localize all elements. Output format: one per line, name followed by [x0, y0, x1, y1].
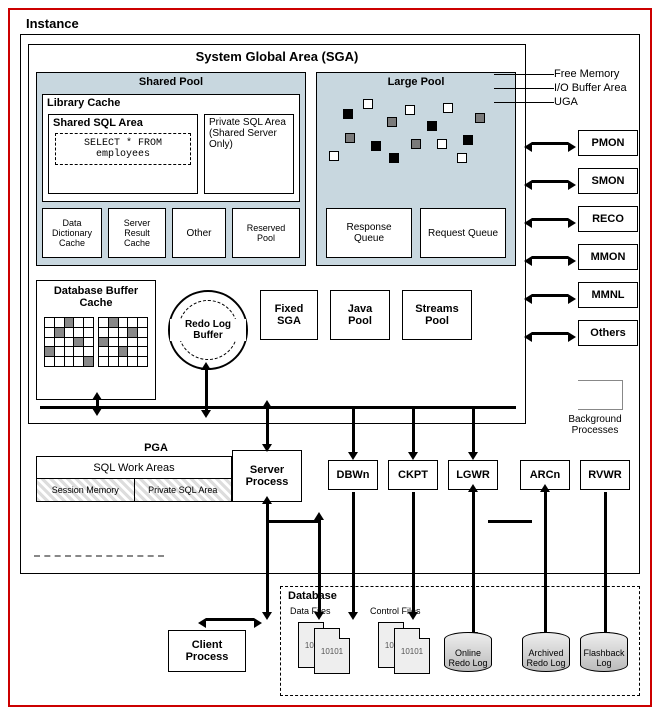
large-pool-title: Large Pool: [317, 73, 515, 91]
client-process-box: Client Process: [168, 630, 246, 672]
pmon-box: PMON: [578, 130, 638, 156]
redo-log-buffer-ring: Redo Log Buffer: [168, 290, 248, 370]
flashback-log-cylinder: Flashback Log: [580, 632, 628, 672]
redo-log-buffer-title: Redo Log Buffer: [170, 319, 246, 341]
reco-box: RECO: [578, 206, 638, 232]
shared-sql-area-box: Shared SQL Area SELECT * FROM employees: [48, 114, 198, 194]
rvwr-box: RVWR: [580, 460, 630, 490]
control-files-label: Control Files: [370, 606, 421, 616]
library-cache-title: Library Cache: [43, 95, 299, 111]
other-box: Other: [172, 208, 226, 258]
others-box: Others: [578, 320, 638, 346]
sql-statement: SELECT * FROM employees: [55, 133, 191, 165]
streams-pool-box: Streams Pool: [402, 290, 472, 340]
legend-free-memory: Free Memory: [554, 68, 619, 80]
pga-container: PGA SQL Work Areas Session Memory Privat…: [36, 442, 254, 502]
java-pool-box: Java Pool: [330, 290, 390, 340]
sql-work-areas-box: SQL Work Areas: [37, 457, 231, 479]
shared-pool-title: Shared Pool: [37, 73, 305, 91]
dbwn-box: DBWn: [328, 460, 378, 490]
arrow-both-icon: [532, 142, 568, 145]
mmnl-box: MMNL: [578, 282, 638, 308]
smon-box: SMON: [578, 168, 638, 194]
db-buffer-cache-box: Database Buffer Cache: [36, 280, 156, 400]
diagram-frame: Instance System Global Area (SGA) Shared…: [8, 8, 652, 707]
database-title: Database: [288, 590, 337, 602]
private-sql-area2-box: Private SQL Area: [135, 479, 232, 501]
arrow-both-icon: [532, 218, 568, 221]
response-queue-box: Response Queue: [326, 208, 412, 258]
legend-uga: UGA: [554, 96, 578, 108]
arrow-both-icon: [532, 180, 568, 183]
mmon-box: MMON: [578, 244, 638, 270]
instance-label: Instance: [26, 16, 79, 31]
server-result-cache-box: Server Result Cache: [108, 208, 166, 258]
archived-redo-log-cylinder: Archived Redo Log: [522, 632, 570, 672]
online-redo-log-cylinder: Online Redo Log: [444, 632, 492, 672]
bg-processes-label: Background Processes: [550, 414, 640, 436]
data-dictionary-cache-box: Data Dictionary Cache: [42, 208, 102, 258]
db-buffer-cache-title: Database Buffer Cache: [37, 285, 155, 309]
private-sql-area-box: Private SQL Area (Shared Server Only): [204, 114, 294, 194]
sga-title: System Global Area (SGA): [29, 45, 525, 68]
arrow-both-icon: [532, 294, 568, 297]
reserved-pool-box: Reserved Pool: [232, 208, 300, 258]
request-queue-box: Request Queue: [420, 208, 506, 258]
session-memory-box: Session Memory: [37, 479, 135, 501]
arrow-both-icon: [532, 332, 568, 335]
pga-title: PGA: [36, 442, 254, 454]
legend-io-buffer: I/O Buffer Area: [554, 82, 627, 94]
shared-sql-area-title: Shared SQL Area: [49, 115, 197, 131]
data-files-label: Data Files: [290, 606, 331, 616]
fixed-sga-box: Fixed SGA: [260, 290, 318, 340]
server-process-box: Server Process: [232, 450, 302, 502]
arrow-both-icon: [532, 256, 568, 259]
ckpt-box: CKPT: [388, 460, 438, 490]
